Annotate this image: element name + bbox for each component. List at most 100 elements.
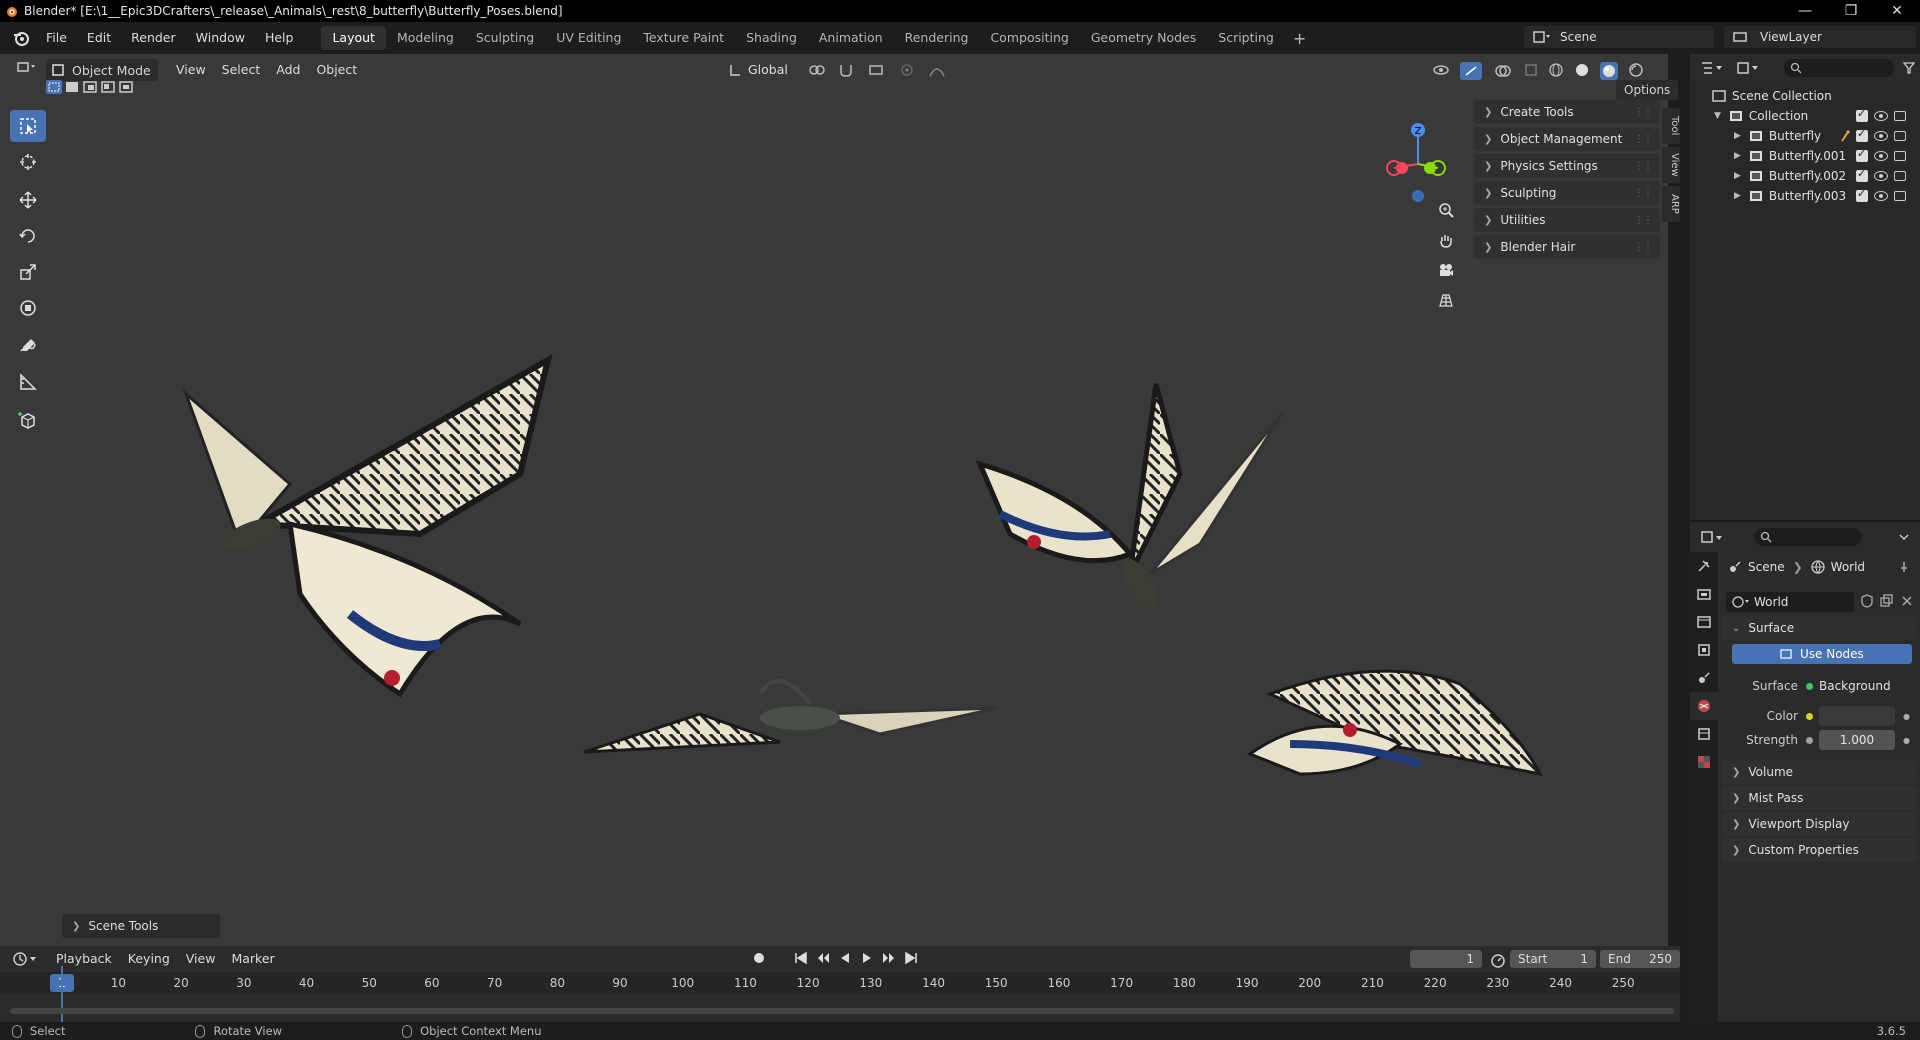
play-icon[interactable] bbox=[860, 951, 874, 965]
next-keyframe-icon[interactable] bbox=[882, 951, 896, 965]
exclude-checkbox[interactable] bbox=[1856, 187, 1868, 202]
play-reverse-icon[interactable] bbox=[838, 951, 852, 965]
menu-marker[interactable]: Marker bbox=[223, 948, 282, 970]
tab-rendering[interactable]: Rendering bbox=[894, 26, 980, 50]
chevron-right-icon[interactable]: ▶ bbox=[1734, 171, 1741, 181]
outliner-scene-collection[interactable]: Scene Collection bbox=[1690, 86, 1920, 106]
grip-icon[interactable]: ⋮⋮ bbox=[1634, 215, 1653, 226]
eye-icon[interactable] bbox=[1874, 131, 1888, 141]
breadcrumb-world[interactable]: World bbox=[1831, 560, 1865, 574]
chevron-right-icon[interactable]: ▶ bbox=[1734, 151, 1741, 161]
grip-icon[interactable]: ⋮⋮ bbox=[1634, 188, 1653, 199]
close-button[interactable]: ✕ bbox=[1874, 0, 1920, 22]
custom-properties-panel-header[interactable]: ❯ Custom Properties bbox=[1722, 838, 1916, 862]
minimize-button[interactable]: — bbox=[1782, 0, 1828, 22]
tab-uv-editing[interactable]: UV Editing bbox=[545, 26, 632, 50]
world-datablock-field[interactable]: World bbox=[1726, 592, 1854, 612]
menu-timeline-view[interactable]: View bbox=[178, 948, 224, 970]
grip-icon[interactable]: ⋮⋮ bbox=[1634, 134, 1653, 145]
panel-object-management[interactable]: ❯ Object Management ⋮⋮ bbox=[1474, 127, 1660, 151]
sidebar-tab-tool[interactable]: Tool bbox=[1662, 108, 1680, 144]
tab-geometry-nodes[interactable]: Geometry Nodes bbox=[1080, 26, 1207, 50]
chevron-right-icon[interactable]: ▶ bbox=[1734, 191, 1741, 201]
jump-end-icon[interactable] bbox=[904, 951, 918, 965]
eye-icon[interactable] bbox=[1874, 171, 1888, 181]
outliner-editor-icon[interactable] bbox=[1700, 60, 1726, 76]
prev-keyframe-icon[interactable] bbox=[816, 951, 830, 965]
tab-texture-paint[interactable]: Texture Paint bbox=[632, 26, 735, 50]
surface-shader-field[interactable]: Background bbox=[1806, 679, 1891, 693]
eye-icon[interactable] bbox=[1874, 151, 1888, 161]
outliner-search-input[interactable] bbox=[1784, 59, 1894, 77]
camera-icon[interactable] bbox=[1894, 171, 1906, 181]
world-tab-icon[interactable] bbox=[1690, 692, 1718, 720]
texture-tab-icon[interactable] bbox=[1690, 748, 1718, 776]
panel-sculpting[interactable]: ❯ Sculpting ⋮⋮ bbox=[1474, 181, 1660, 205]
butterfly-2[interactable] bbox=[975, 383, 1284, 614]
display-mode-icon[interactable] bbox=[1736, 60, 1762, 76]
add-workspace-icon[interactable]: + bbox=[1285, 29, 1314, 48]
panel-utilities[interactable]: ❯ Utilities ⋮⋮ bbox=[1474, 208, 1660, 232]
chevron-down-icon[interactable]: ▼ bbox=[1714, 111, 1721, 121]
menu-render[interactable]: Render bbox=[121, 26, 186, 50]
menu-edit[interactable]: Edit bbox=[77, 26, 121, 50]
pin-icon[interactable] bbox=[1898, 561, 1910, 573]
tab-layout[interactable]: Layout bbox=[321, 26, 386, 50]
current-frame-field[interactable]: 1 bbox=[1410, 950, 1482, 968]
volume-panel-header[interactable]: ❯ Volume bbox=[1722, 760, 1916, 784]
outliner-object-butterfly[interactable]: ▶ Butterfly bbox=[1690, 126, 1920, 146]
menu-help[interactable]: Help bbox=[255, 26, 304, 50]
camera-icon[interactable] bbox=[1894, 131, 1906, 141]
fake-user-icon[interactable] bbox=[1860, 594, 1874, 608]
menu-keying[interactable]: Keying bbox=[120, 948, 178, 970]
zoom-icon[interactable] bbox=[1432, 196, 1460, 224]
butterfly-1[interactable] bbox=[182, 353, 553, 698]
tab-shading[interactable]: Shading bbox=[735, 26, 808, 50]
properties-editor[interactable]: Scene ❯ World World ⌄ Surface Use Nodes … bbox=[1690, 522, 1920, 1022]
tab-scripting[interactable]: Scripting bbox=[1207, 26, 1285, 50]
exclude-checkbox[interactable] bbox=[1856, 107, 1868, 122]
3d-viewport[interactable]: Object Mode View Select Add Object Globa… bbox=[0, 54, 1680, 946]
viewport-display-panel-header[interactable]: ❯ Viewport Display bbox=[1722, 812, 1916, 836]
use-nodes-button[interactable]: Use Nodes bbox=[1732, 644, 1912, 664]
outliner-object-butterfly-001[interactable]: ▶ Butterfly.001 bbox=[1690, 146, 1920, 166]
sidebar-tab-view[interactable]: View bbox=[1662, 147, 1680, 183]
perspective-toggle-icon[interactable] bbox=[1432, 286, 1460, 314]
maximize-button[interactable]: ❐ bbox=[1828, 0, 1874, 22]
output-tab-icon[interactable] bbox=[1690, 608, 1718, 636]
outliner-object-butterfly-002[interactable]: ▶ Butterfly.002 bbox=[1690, 166, 1920, 186]
sidebar-tab-arp[interactable]: ARP bbox=[1662, 186, 1680, 222]
breadcrumb-scene[interactable]: Scene bbox=[1748, 560, 1785, 574]
tool-tab-icon[interactable] bbox=[1690, 552, 1718, 580]
timeline-scrollbar[interactable] bbox=[10, 1008, 1674, 1014]
panel-create-tools[interactable]: ❯ Create Tools ⋮⋮ bbox=[1474, 100, 1660, 124]
outliner-collection[interactable]: ▼ Collection bbox=[1690, 106, 1920, 126]
exclude-checkbox[interactable] bbox=[1856, 147, 1868, 162]
render-tab-icon[interactable] bbox=[1690, 580, 1718, 608]
eye-icon[interactable] bbox=[1874, 111, 1888, 121]
chevron-right-icon[interactable]: ▶ bbox=[1734, 131, 1741, 141]
scene-tab-icon[interactable] bbox=[1690, 664, 1718, 692]
grip-icon[interactable]: ⋮⋮ bbox=[1634, 242, 1653, 253]
outliner[interactable]: Scene Collection ▼ Collection ▶ Butterfl… bbox=[1690, 54, 1920, 520]
menu-file[interactable]: File bbox=[36, 26, 77, 50]
collection-tab-icon[interactable] bbox=[1690, 720, 1718, 748]
stopwatch-icon[interactable] bbox=[1490, 952, 1506, 968]
start-frame-field[interactable]: Start 1 bbox=[1510, 950, 1596, 968]
menu-playback[interactable]: Playback bbox=[48, 948, 120, 970]
tab-modeling[interactable]: Modeling bbox=[386, 26, 465, 50]
eye-icon[interactable] bbox=[1874, 191, 1888, 201]
blender-menu-icon[interactable] bbox=[6, 26, 36, 50]
outliner-object-butterfly-003[interactable]: ▶ Butterfly.003 bbox=[1690, 186, 1920, 206]
grip-icon[interactable]: ⋮⋮ bbox=[1634, 107, 1653, 118]
exclude-checkbox[interactable] bbox=[1856, 167, 1868, 182]
world-browse-icon[interactable] bbox=[1732, 595, 1750, 609]
camera-view-icon[interactable] bbox=[1432, 256, 1460, 284]
camera-icon[interactable] bbox=[1894, 151, 1906, 161]
menu-window[interactable]: Window bbox=[186, 26, 255, 50]
camera-icon[interactable] bbox=[1894, 111, 1906, 121]
grip-icon[interactable]: ⋮⋮ bbox=[1634, 161, 1653, 172]
scene-selector[interactable]: Scene bbox=[1524, 26, 1714, 48]
record-icon[interactable] bbox=[752, 951, 766, 965]
tab-sculpting[interactable]: Sculpting bbox=[465, 26, 545, 50]
